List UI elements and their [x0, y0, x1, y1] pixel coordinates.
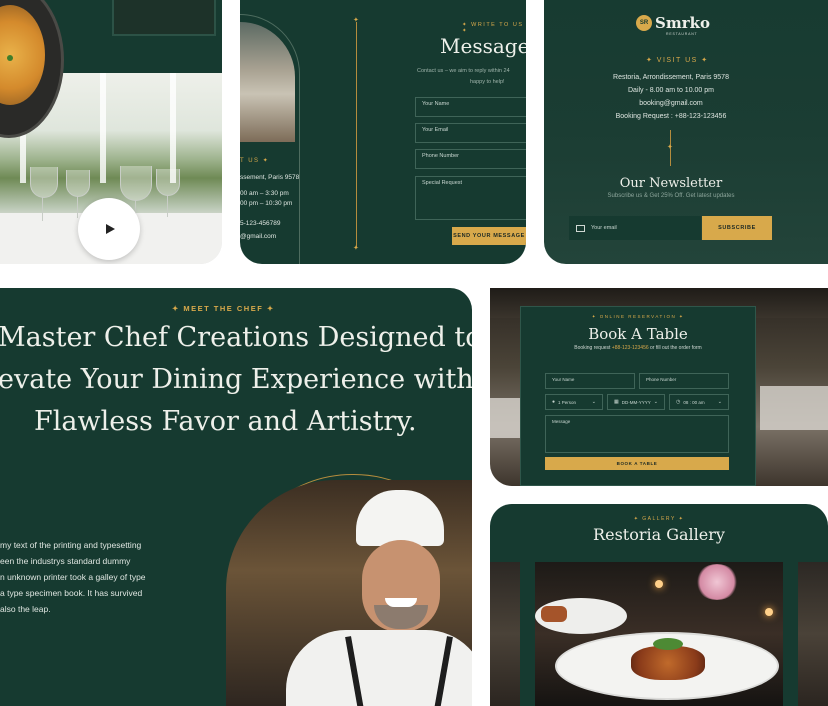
booking-eyebrow: ✦ ONLINE RESERVATION ✦ — [591, 314, 685, 319]
info-line: 00 pm – 10:30 pm — [240, 200, 293, 207]
table-setting — [760, 386, 828, 430]
chef-hat — [356, 490, 444, 546]
video-card — [0, 0, 222, 264]
logo-monogram-icon: SR — [636, 15, 652, 31]
form-subtext: Contact us – we aim to reply within 24 — [417, 68, 510, 74]
chevron-down-icon: ⌄ — [717, 399, 722, 405]
info-line: 5-123-456789 — [240, 220, 281, 227]
chef-heading: Flawless Favor and Artistry. — [34, 406, 417, 437]
calendar-icon: ▦ — [614, 399, 619, 405]
booking-name-field[interactable]: Your Name — [545, 373, 635, 389]
request-field[interactable]: Special Request — [415, 176, 526, 220]
phone-field[interactable]: Phone Number — [415, 149, 526, 169]
wine-glass — [66, 170, 90, 197]
brand-name: Smrko — [655, 14, 711, 32]
booking-sub-suffix: or fill out the order form — [650, 345, 702, 351]
email-line: booking@gmail.com — [639, 100, 703, 107]
info-eyebrow: T US ✦ — [240, 158, 270, 164]
date-select[interactable]: ▦ DD-MM-YYYY ⌄ — [607, 394, 665, 410]
booking-phone-link[interactable]: +88-123-123456 — [612, 345, 649, 351]
person-select[interactable]: ● 1 Person ⌄ — [545, 394, 603, 410]
framed-photo — [112, 0, 216, 36]
newsletter-subtext: Subscribe us & Get 25% Off. Get latest u… — [607, 193, 735, 199]
booking-title: Book A Table — [588, 325, 688, 343]
info-line: @gmail.com — [240, 233, 277, 240]
rose-decoration — [695, 564, 739, 600]
time-value: 08 : 00 am — [683, 399, 705, 405]
newsletter-title: Our Newsletter — [619, 176, 723, 191]
wine-glass — [30, 167, 58, 198]
form-heading: Message u — [440, 34, 526, 58]
divider-star: ✦ — [667, 144, 673, 151]
mail-icon — [576, 224, 585, 232]
divider-star: ✦ — [353, 245, 359, 252]
person-value: 1 Person — [558, 399, 577, 405]
gallery-main-photo — [535, 562, 783, 706]
vertical-divider — [356, 22, 357, 248]
name-field[interactable]: Your Name — [415, 97, 526, 117]
footer-card: SR Smrko RESTAURANT ✦ VISIT US ✦ Restori… — [544, 0, 828, 264]
gallery-title: Restoria Gallery — [593, 525, 725, 544]
chef-photo — [226, 480, 472, 706]
booking-sub-prefix: Booking request — [574, 345, 611, 351]
gallery-card: ✦ GALLERY ✦ Restoria Gallery — [490, 504, 828, 706]
logo: SR Smrko — [636, 14, 710, 32]
play-icon — [106, 224, 115, 234]
booking-phone-field[interactable]: Phone Number — [639, 373, 729, 389]
table-setting — [490, 398, 520, 438]
contact-card: T US ✦ ssement, Paris 9578 00 am – 3:30 … — [240, 0, 526, 264]
subscribe-button[interactable]: SUBSCRIBE — [702, 216, 772, 240]
form-subtext: happy to help! — [470, 79, 505, 85]
hours-line: Daily - 8.00 am to 10.00 pm — [628, 87, 714, 94]
chef-body-line: n unknown printer took a galley of type — [0, 572, 146, 582]
chef-body-line: my text of the printing and typesetting — [0, 540, 142, 550]
candle-light — [655, 580, 663, 588]
chef-heading: Master Chef Creations Designed to — [0, 322, 472, 353]
info-line: ssement, Paris 9578 — [240, 174, 300, 181]
brand-sub: RESTAURANT — [666, 32, 698, 36]
booking-panel: ✦ ONLINE RESERVATION ✦ Book A Table Book… — [520, 306, 756, 486]
clock-icon: ◷ — [676, 399, 681, 405]
chef-body-line: also the leap. — [0, 604, 51, 614]
chevron-down-icon: ⌄ — [653, 399, 658, 405]
candle-light — [765, 608, 773, 616]
wine-glass — [156, 169, 180, 196]
book-table-button[interactable]: BOOK A TABLE — [545, 457, 729, 470]
wine-glass — [120, 166, 152, 201]
date-value: DD-MM-YYYY — [621, 399, 651, 405]
chef-body-line: een the industrys standard dummy — [0, 556, 131, 566]
booking-line: Booking Request : +88-123-123456 — [615, 113, 727, 120]
chef-card: ✦ MEET THE CHEF ✦ Master Chef Creations … — [0, 288, 472, 706]
play-button[interactable] — [78, 198, 140, 260]
user-icon: ● — [552, 399, 556, 405]
booking-subtext: Booking request +88-123-123456 or fill o… — [521, 345, 755, 351]
main-plate — [557, 634, 777, 698]
gallery-side-photo — [798, 562, 828, 706]
divider-star: ✦ — [353, 17, 359, 24]
time-select[interactable]: ◷ 08 : 00 am ⌄ — [669, 394, 729, 410]
email-field[interactable]: Your Email — [415, 123, 526, 143]
booking-card: ✦ ONLINE RESERVATION ✦ Book A Table Book… — [490, 288, 828, 486]
chevron-down-icon: ⌄ — [591, 399, 596, 405]
gallery-side-photo — [490, 562, 520, 706]
side-plate — [535, 598, 627, 634]
visit-eyebrow: ✦ VISIT US ✦ — [646, 57, 709, 64]
chef-eyebrow: ✦ MEET THE CHEF ✦ — [172, 304, 275, 313]
email-placeholder: Your email — [591, 225, 617, 231]
send-message-button[interactable]: SEND YOUR MESSAGE — [452, 227, 526, 245]
newsletter-email-input[interactable]: Your email — [569, 216, 701, 240]
gallery-eyebrow: ✦ GALLERY ✦ — [633, 516, 685, 522]
chef-heading: evate Your Dining Experience with — [0, 364, 472, 395]
address-line: Restoria, Arrondissement, Paris 9578 — [613, 74, 729, 81]
booking-message-field[interactable]: Message — [545, 415, 729, 453]
form-eyebrow: ✦ WRITE TO US ✦ — [462, 22, 524, 34]
chef-body-line: a type specimen book. It has survived — [0, 588, 143, 598]
